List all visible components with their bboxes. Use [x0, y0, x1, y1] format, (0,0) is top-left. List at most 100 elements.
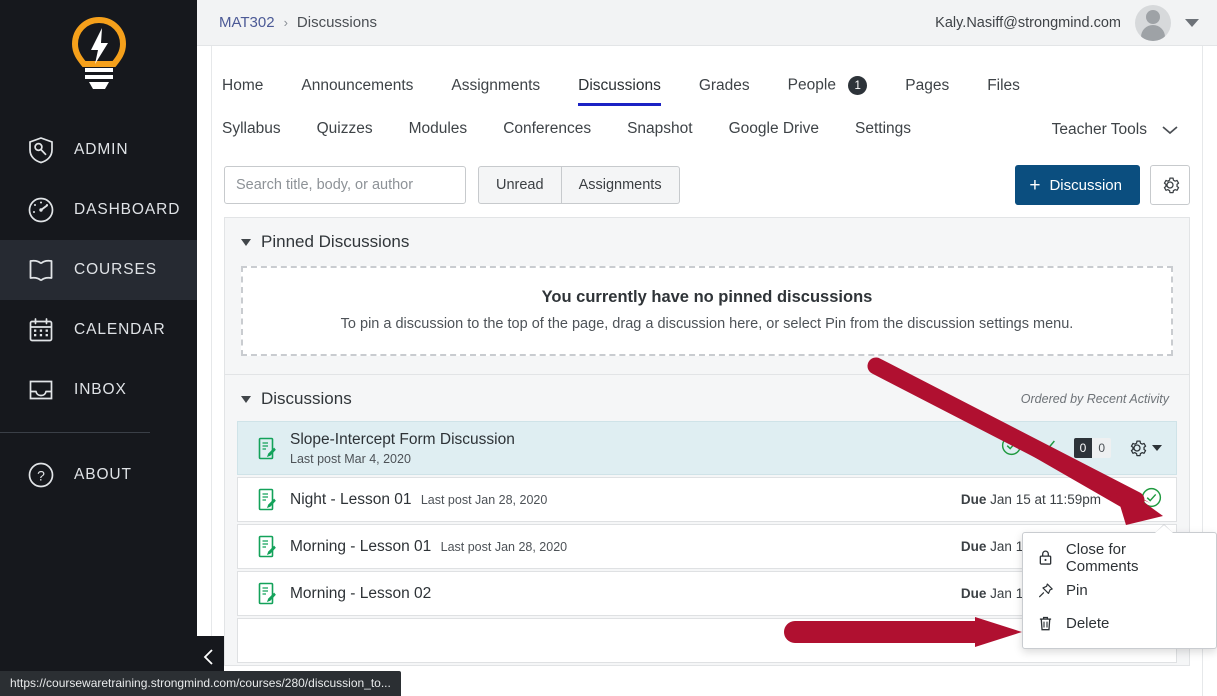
discussions-section-title: Discussions: [261, 389, 352, 409]
breadcrumb-current: Discussions: [297, 14, 377, 31]
collapse-triangle-icon[interactable]: [241, 239, 251, 246]
menu-item-delete[interactable]: Delete: [1023, 607, 1216, 640]
question-circle-icon: ?: [26, 460, 56, 490]
user-email-label: Kaly.Nasiff@strongmind.com: [935, 15, 1121, 31]
gear-icon: [1160, 175, 1180, 195]
sidebar-divider: [0, 432, 150, 433]
check-icon[interactable]: [1038, 436, 1058, 461]
menu-item-pin[interactable]: Pin: [1023, 574, 1216, 607]
due-date: Due Jan 15 at 11:59pm: [961, 492, 1101, 507]
reply-count: 0: [1092, 438, 1111, 458]
published-circle-check-icon[interactable]: [1141, 487, 1162, 513]
due-label: Due: [961, 539, 987, 554]
tab-google-drive[interactable]: Google Drive: [729, 108, 819, 151]
tab-label: Snapshot: [627, 120, 693, 137]
chevron-left-icon: [201, 647, 217, 667]
tab-modules[interactable]: Modules: [409, 108, 468, 151]
svg-text:?: ?: [37, 468, 45, 484]
discussion-title[interactable]: Morning - Lesson 01 Last post Jan 28, 20…: [290, 538, 961, 556]
filter-assignments-button[interactable]: Assignments: [562, 166, 680, 204]
due-value: Jan 15 at 11:59pm: [990, 492, 1101, 507]
sidebar-item-courses[interactable]: COURSES: [0, 240, 197, 300]
toolbar-right: + Discussion: [1015, 165, 1190, 205]
sidebar-item-about[interactable]: ? ABOUT: [0, 445, 197, 505]
discussion-settings-button[interactable]: [1150, 165, 1190, 205]
global-nav-list: ADMIN DASHBOARD: [0, 120, 197, 505]
ordering-note: Ordered by Recent Activity: [1021, 392, 1173, 406]
course-nav-row-2: Syllabus Quizzes Modules Conferences Sna…: [222, 108, 1192, 151]
chevron-down-icon: [1160, 124, 1180, 136]
sidebar-item-label: CALENDAR: [74, 321, 166, 339]
filter-unread-button[interactable]: Unread: [478, 166, 562, 204]
tab-pages[interactable]: Pages: [905, 65, 949, 108]
user-menu-chevron-down-icon[interactable]: [1185, 19, 1199, 27]
add-discussion-button[interactable]: + Discussion: [1015, 165, 1140, 205]
discussions-section-header: Discussions Ordered by Recent Activity: [225, 375, 1189, 421]
sidebar-item-inbox[interactable]: INBOX: [0, 360, 197, 420]
sidebar-item-dashboard[interactable]: DASHBOARD: [0, 180, 197, 240]
top-bar-right: Kaly.Nasiff@strongmind.com: [935, 5, 1199, 41]
tab-label: Syllabus: [222, 120, 281, 137]
course-nav: Home Announcements Assignments Discussio…: [212, 46, 1202, 151]
tab-conferences[interactable]: Conferences: [503, 108, 591, 151]
app-logo[interactable]: [0, 0, 197, 108]
table-row[interactable]: Night - Lesson 01 Last post Jan 28, 2020…: [237, 477, 1177, 522]
tab-grades[interactable]: Grades: [699, 65, 750, 108]
tab-home[interactable]: Home: [222, 65, 263, 108]
tab-quizzes[interactable]: Quizzes: [317, 108, 373, 151]
app-root: ADMIN DASHBOARD: [0, 0, 1217, 696]
discussion-title[interactable]: Morning - Lesson 02: [290, 585, 961, 603]
teacher-tools-menu[interactable]: Teacher Tools: [1052, 121, 1192, 139]
tab-label: Files: [987, 77, 1020, 94]
avatar[interactable]: [1135, 5, 1171, 41]
pinned-discussions-section: Pinned Discussions You currently have no…: [224, 217, 1190, 375]
due-label: Due: [961, 586, 987, 601]
tab-label: Discussions: [578, 77, 661, 94]
calendar-icon: [26, 315, 56, 345]
tab-syllabus[interactable]: Syllabus: [222, 108, 281, 151]
menu-item-close-for-comments[interactable]: Close for Comments: [1023, 541, 1216, 574]
discussion-icon: [254, 535, 280, 558]
table-row[interactable]: Slope-Intercept Form Discussion Last pos…: [237, 421, 1177, 475]
published-circle-check-icon[interactable]: [1001, 435, 1022, 461]
discussion-title[interactable]: Slope-Intercept Form Discussion: [290, 431, 1001, 449]
breadcrumb-course[interactable]: MAT302: [219, 14, 275, 31]
tab-label: Pages: [905, 77, 949, 94]
tab-announcements[interactable]: Announcements: [301, 65, 413, 108]
search-input[interactable]: [224, 166, 466, 204]
tab-label: Google Drive: [729, 120, 819, 137]
discussion-title-text: Night - Lesson 01: [290, 491, 412, 508]
row-actions: [1141, 487, 1162, 513]
top-bar: MAT302 › Discussions Kaly.Nasiff@strongm…: [197, 0, 1217, 46]
tab-label: Conferences: [503, 120, 591, 137]
book-icon: [26, 255, 56, 285]
pinned-empty-dropzone[interactable]: You currently have no pinned discussions…: [241, 266, 1173, 356]
sidebar-item-label: INBOX: [74, 381, 127, 399]
discussions-toolbar: Unread Assignments + Discussion: [212, 151, 1202, 217]
inbox-icon: [26, 375, 56, 405]
tab-settings[interactable]: Settings: [855, 108, 911, 151]
collapse-triangle-icon[interactable]: [241, 396, 251, 403]
trash-icon: [1037, 615, 1054, 632]
row-settings-button[interactable]: [1127, 438, 1162, 458]
speedometer-icon: [26, 195, 56, 225]
discussion-last-post: Last post Jan 28, 2020: [441, 540, 567, 554]
sidebar-item-admin[interactable]: ADMIN: [0, 120, 197, 180]
discussion-title-text: Morning - Lesson 01: [290, 538, 431, 555]
tab-files[interactable]: Files: [987, 65, 1020, 108]
tab-assignments[interactable]: Assignments: [451, 65, 540, 108]
discussion-title-text: Morning - Lesson 02: [290, 585, 431, 602]
row-main: Night - Lesson 01 Last post Jan 28, 2020: [280, 491, 961, 509]
discussion-icon: [254, 488, 280, 511]
people-count-badge: 1: [848, 76, 867, 95]
lock-icon: [1037, 549, 1054, 566]
unread-count: 0: [1074, 438, 1093, 458]
tab-label: Home: [222, 77, 263, 94]
tab-discussions[interactable]: Discussions: [578, 65, 661, 108]
tab-people[interactable]: People 1: [788, 64, 868, 108]
sidebar-item-calendar[interactable]: CALENDAR: [0, 300, 197, 360]
course-nav-row-1: Home Announcements Assignments Discussio…: [222, 64, 1192, 108]
tab-snapshot[interactable]: Snapshot: [627, 108, 693, 151]
discussion-title[interactable]: Night - Lesson 01 Last post Jan 28, 2020: [290, 491, 961, 509]
row-main: Slope-Intercept Form Discussion Last pos…: [280, 431, 1001, 466]
